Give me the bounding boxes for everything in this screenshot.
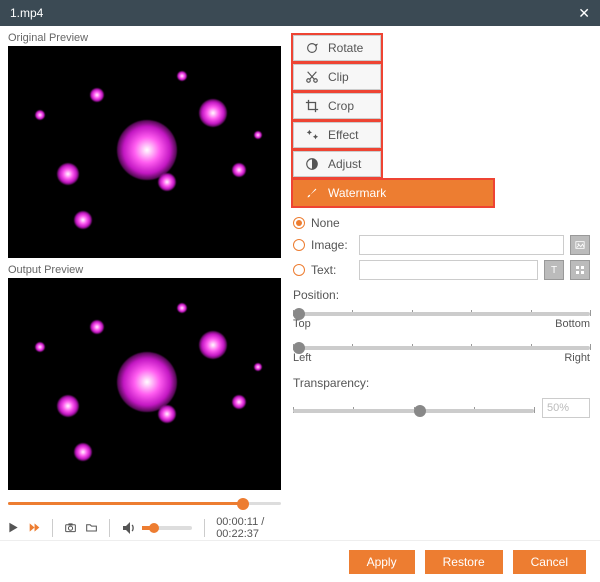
transparency-slider[interactable] [293,403,534,413]
volume-slider[interactable] [142,526,192,530]
scrub-bar[interactable] [8,498,281,508]
main-area: Original Preview Output Preview [0,26,600,540]
watermark-tool[interactable]: Watermark [293,180,493,206]
output-preview-label: Output Preview [8,264,281,276]
scissors-icon [304,69,320,85]
playback-controls: 00:00:11 / 00:22:37 [8,516,281,540]
preview-column: Original Preview Output Preview [0,26,289,540]
browse-image-button[interactable] [570,235,590,255]
transparency-value[interactable]: 50% [542,398,590,418]
cancel-button[interactable]: Cancel [513,550,586,574]
text-label: Text: [311,263,353,277]
image-input[interactable] [359,235,564,255]
playback-time: 00:00:11 / 00:22:37 [216,516,281,540]
text-color-button[interactable] [570,260,590,280]
stars-icon [304,127,320,143]
play-icon[interactable] [8,520,19,536]
fast-forward-icon[interactable] [29,520,40,536]
image-radio[interactable] [293,239,305,251]
tools-column: Rotate Clip Crop Effect Adjust [289,26,600,540]
adjust-label: Adjust [328,157,361,171]
none-label: None [311,216,340,230]
pos-bottom-label: Bottom [555,318,590,330]
position-label: Position: [293,288,590,302]
watermark-label: Watermark [328,186,386,200]
brush-icon [304,185,320,201]
pos-left-label: Left [293,352,311,364]
image-label: Image: [311,238,353,252]
none-radio[interactable] [293,217,305,229]
effect-label: Effect [328,128,358,142]
original-preview-label: Original Preview [8,32,281,44]
text-input[interactable] [359,260,538,280]
crop-tool[interactable]: Crop [293,93,381,119]
pos-top-label: Top [293,318,311,330]
crop-label: Crop [328,99,354,113]
open-folder-icon[interactable] [86,520,97,536]
rotate-label: Rotate [328,41,363,55]
position-horizontal-slider[interactable]: Left Right [293,340,590,364]
snapshot-icon[interactable] [65,520,76,536]
text-radio[interactable] [293,264,305,276]
crop-icon [304,98,320,114]
clip-label: Clip [328,70,349,84]
clip-tool[interactable]: Clip [293,64,381,90]
watermark-panel: None Image: Text: T Position: [293,216,590,418]
rotate-icon [304,40,320,56]
text-format-button[interactable]: T [544,260,564,280]
contrast-icon [304,156,320,172]
close-icon[interactable]: ✕ [578,5,590,22]
pos-right-label: Right [564,352,590,364]
rotate-tool[interactable]: Rotate [293,35,381,61]
effect-tool[interactable]: Effect [293,122,381,148]
position-vertical-slider[interactable]: Top Bottom [293,306,590,330]
output-preview [8,278,281,490]
volume-control[interactable] [122,520,192,536]
titlebar: 1.mp4 ✕ [0,0,600,26]
apply-button[interactable]: Apply [349,550,415,574]
original-preview [8,46,281,258]
transparency-label: Transparency: [293,376,590,390]
adjust-tool[interactable]: Adjust [293,151,381,177]
volume-icon[interactable] [122,520,138,536]
footer: Apply Restore Cancel [0,540,600,582]
window-title: 1.mp4 [10,6,43,20]
restore-button[interactable]: Restore [425,550,503,574]
